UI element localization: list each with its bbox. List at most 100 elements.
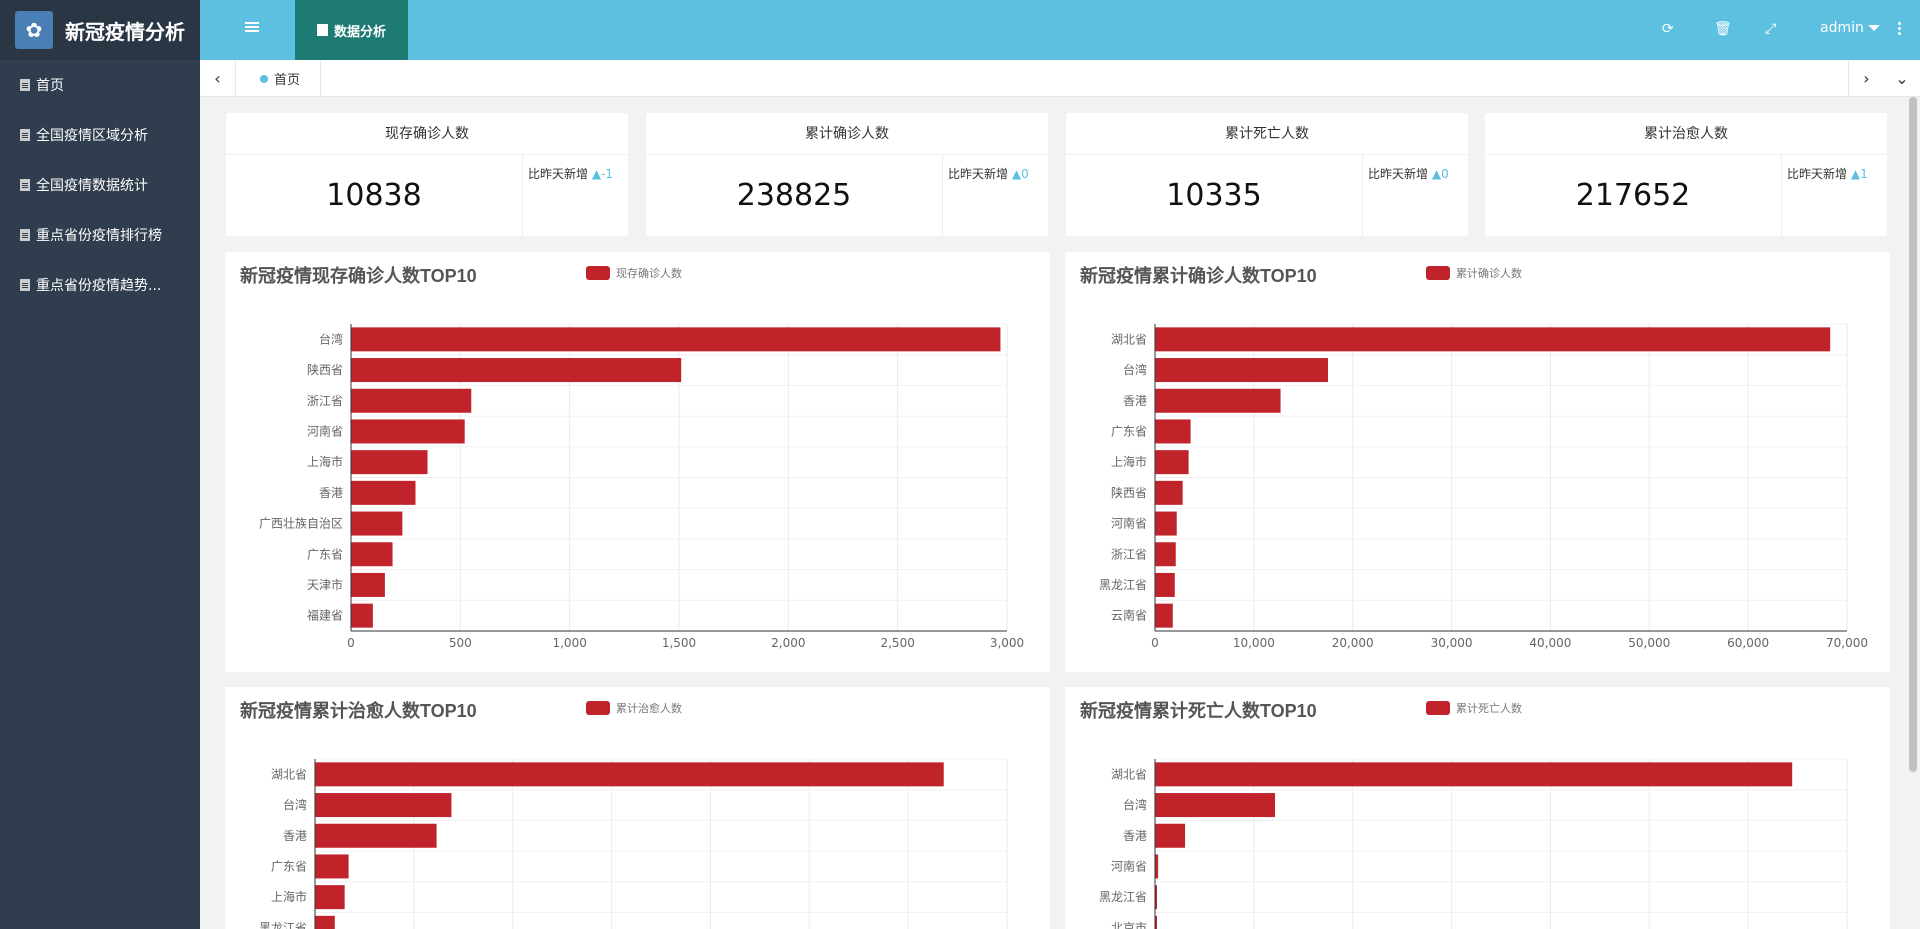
category-label: 台湾 xyxy=(283,797,307,812)
bar[interactable] xyxy=(315,885,345,910)
bar[interactable] xyxy=(1155,572,1175,597)
category-label: 广东省 xyxy=(1111,424,1147,438)
bar[interactable] xyxy=(1155,793,1276,818)
chart-title: 新冠疫情累计死亡人数TOP10 xyxy=(1080,700,1317,721)
category-label: 河南省 xyxy=(1111,858,1147,873)
category-label: 浙江省 xyxy=(1111,547,1147,561)
stat-value: 10335 xyxy=(1166,178,1262,213)
legend-label[interactable]: 累计治愈人数 xyxy=(616,701,682,715)
tick-label: 30,000 xyxy=(1431,636,1473,650)
chevron-left-icon[interactable]: ‹ xyxy=(200,60,236,97)
bar[interactable] xyxy=(351,511,403,536)
stat-card-total-confirmed: 累计确诊人数 238825 比昨天新增 ▲0 xyxy=(646,113,1048,236)
bar[interactable] xyxy=(1155,450,1189,475)
document-icon xyxy=(20,179,30,191)
tab-data-analysis[interactable]: 数据分析 xyxy=(295,0,408,60)
category-label: 广东省 xyxy=(271,859,307,873)
category-label: 河南省 xyxy=(1111,516,1147,531)
stat-delta-value: ▲-1 xyxy=(591,167,614,181)
bar[interactable] xyxy=(351,327,1001,352)
chart-card-current-confirmed: 新冠疫情现存确诊人数TOP10 现存确诊人数 台湾 陕西省 浙江省 河南省 上海市 香港 广西壮… xyxy=(225,252,1050,672)
legend-label[interactable]: 累计确诊人数 xyxy=(1456,266,1522,280)
bar[interactable] xyxy=(1155,480,1183,505)
bar[interactable] xyxy=(1155,388,1281,413)
more-vertical-icon[interactable] xyxy=(1898,22,1901,25)
tick-label: 50,000 xyxy=(1628,636,1670,650)
sidebar-item-label: 全国疫情区域分析 xyxy=(36,128,148,144)
app-title: 新冠疫情分析 xyxy=(65,19,185,44)
chevron-right-icon[interactable]: › xyxy=(1848,60,1884,97)
chart-current-confirmed: 新冠疫情现存确诊人数TOP10 现存确诊人数台湾陕西省浙江省河南省上海市香港广西壮… xyxy=(240,265,1024,650)
category-label: 浙江省 xyxy=(307,394,343,408)
bar[interactable] xyxy=(351,542,393,567)
chart-card-total-confirmed: 新冠疫情累计确诊人数TOP10 累计确诊人数 湖北省 台湾 香港 广东省 上海市 陕西省 河南省… xyxy=(1065,252,1890,672)
fullscreen-icon[interactable]: ⤢ xyxy=(1765,21,1776,37)
stat-title: 现存确诊人数 xyxy=(226,113,628,155)
tick-label: 0 xyxy=(1151,636,1159,650)
category-label: 香港 xyxy=(1123,829,1147,843)
bar[interactable] xyxy=(315,854,349,879)
bar[interactable] xyxy=(1155,603,1173,628)
legend-label[interactable]: 现存确诊人数 xyxy=(616,266,682,280)
category-label: 上海市 xyxy=(271,889,307,904)
chart-title: 新冠疫情累计治愈人数TOP10 xyxy=(240,700,477,721)
tick-label: 60,000 xyxy=(1727,636,1769,650)
page-tab-bar: ‹ 首页 › ⌄ xyxy=(200,60,1920,97)
bar[interactable] xyxy=(1155,542,1176,567)
sidebar-item-province-ranking[interactable]: 重点省份疫情排行榜 xyxy=(0,210,200,260)
bar[interactable] xyxy=(1155,762,1793,787)
bar[interactable] xyxy=(315,823,437,848)
sidebar-item-home[interactable]: 首页 xyxy=(0,60,200,110)
sidebar: ✿ 新冠疫情分析 首页 全国疫情区域分析 全国疫情数据统计 重点省份疫情排行榜 … xyxy=(0,0,200,929)
stat-delta: 比昨天新增 ▲1 xyxy=(1781,155,1887,236)
chart-total-recovered: 新冠疫情累计治愈人数TOP10 累计治愈人数湖北省台湾香港广东省上海市黑龙江省 xyxy=(240,700,1008,929)
bar[interactable] xyxy=(1155,327,1831,352)
python-icon: ✿ xyxy=(15,11,53,49)
category-label: 广东省 xyxy=(307,547,343,561)
legend-swatch[interactable] xyxy=(1426,701,1450,715)
refresh-icon[interactable]: ⟳ xyxy=(1662,21,1674,37)
app-logo[interactable]: ✿ 新冠疫情分析 xyxy=(0,0,200,60)
bar[interactable] xyxy=(351,603,373,628)
sidebar-item-label: 全国疫情数据统计 xyxy=(36,178,148,194)
legend-swatch[interactable] xyxy=(586,701,610,715)
bar[interactable] xyxy=(315,793,452,818)
chevron-down-icon[interactable]: ⌄ xyxy=(1884,60,1920,97)
bar[interactable] xyxy=(351,419,465,444)
stat-title: 累计死亡人数 xyxy=(1066,113,1468,155)
bar[interactable] xyxy=(1155,358,1328,383)
active-dot-icon xyxy=(260,74,268,83)
bar[interactable] xyxy=(315,762,944,787)
chart-total-deaths: 新冠疫情累计死亡人数TOP10 累计死亡人数湖北省台湾香港河南省黑龙江省北京市 xyxy=(1080,700,1848,929)
bar[interactable] xyxy=(315,915,335,929)
bar[interactable] xyxy=(1155,511,1177,536)
chart-total-confirmed: 新冠疫情累计确诊人数TOP10 累计确诊人数湖北省台湾香港广东省上海市陕西省河南省… xyxy=(1080,265,1868,650)
sidebar-item-province-trend[interactable]: 重点省份疫情趋势... xyxy=(0,260,200,310)
bar[interactable] xyxy=(351,358,682,383)
category-label: 陕西省 xyxy=(1111,485,1147,500)
sidebar-item-data-stats[interactable]: 全国疫情数据统计 xyxy=(0,160,200,210)
bar[interactable] xyxy=(351,480,416,505)
sidebar-item-region-analysis[interactable]: 全国疫情区域分析 xyxy=(0,110,200,160)
bar[interactable] xyxy=(1155,419,1191,444)
trash-icon[interactable]: 🗑 xyxy=(1714,21,1732,37)
tab-home[interactable]: 首页 xyxy=(260,60,322,97)
category-label: 北京市 xyxy=(1111,920,1147,929)
bar[interactable] xyxy=(351,450,428,475)
legend-swatch[interactable] xyxy=(1426,266,1450,280)
legend-label[interactable]: 累计死亡人数 xyxy=(1456,701,1522,715)
menu-toggle-icon[interactable] xyxy=(245,22,259,24)
category-label: 台湾 xyxy=(1123,362,1147,377)
category-label: 河南省 xyxy=(307,423,343,438)
category-label: 湖北省 xyxy=(1111,766,1147,781)
bar[interactable] xyxy=(351,388,472,413)
page-scrollbar[interactable] xyxy=(1909,97,1917,772)
bar[interactable] xyxy=(1155,823,1186,848)
category-label: 黑龙江省 xyxy=(259,921,307,929)
caret-down-icon xyxy=(1867,25,1880,31)
legend-swatch[interactable] xyxy=(586,266,610,280)
bar[interactable] xyxy=(351,572,385,597)
chart-card-total-recovered: 新冠疫情累计治愈人数TOP10 累计治愈人数 湖北省 台湾 香港 广东省 上海市 黑龙江省 xyxy=(225,687,1050,929)
user-menu[interactable]: admin xyxy=(1820,20,1880,36)
category-label: 陕西省 xyxy=(307,362,343,377)
